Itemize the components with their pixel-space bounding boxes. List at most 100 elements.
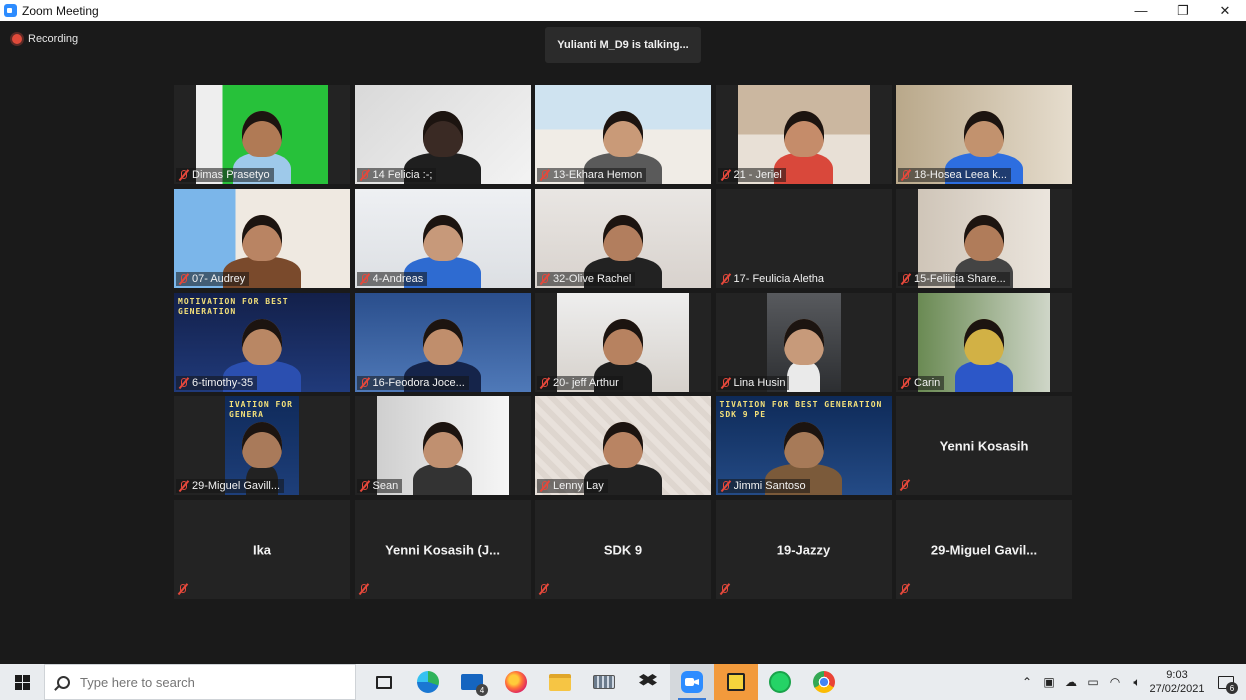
participant-name-label: Dimas Prasetyo	[176, 168, 274, 182]
mic-muted-icon	[178, 377, 189, 389]
meeting-area: Recording Yulianti M_D9 is talking... Di…	[0, 21, 1246, 664]
recording-indicator[interactable]: Recording	[12, 33, 78, 45]
file-explorer-button[interactable]	[538, 664, 582, 700]
participant-tile[interactable]: Yenni Kosasih	[896, 396, 1072, 496]
participant-name: Ika	[252, 542, 272, 558]
action-center-button[interactable]: 6	[1206, 664, 1246, 700]
mic-muted-icon	[358, 583, 369, 595]
participant-tile[interactable]: Carin	[896, 292, 1072, 392]
mail-badge: 4	[476, 684, 488, 696]
participant-name: 13-Ekhara Hemon	[553, 169, 643, 181]
window-title: Zoom Meeting	[22, 3, 99, 18]
participant-name-label: 07- Audrey	[176, 271, 250, 286]
participant-tile[interactable]: Yenni Kosasih (J...	[354, 500, 531, 600]
window-controls: — ❐ ✕	[1120, 0, 1246, 21]
task-view-button[interactable]	[362, 664, 406, 700]
participant-tile[interactable]: Lina Husin	[715, 292, 892, 392]
mic-muted-icon	[720, 480, 731, 492]
zoom-button[interactable]	[670, 664, 714, 700]
participant-tile[interactable]: MOTIVATION FOR BEST GENERATION 6-timothy-…	[174, 292, 350, 392]
participant-name: 19-Jazzy	[776, 542, 831, 558]
participant-tile[interactable]: 20- jeff Arthur	[535, 292, 711, 392]
mic-muted-icon	[539, 169, 550, 181]
participant-tile[interactable]: 21 - Jeriel	[715, 85, 892, 184]
participant-name-label: 13-Ekhara Hemon	[537, 168, 647, 182]
video-banner-text: IVATION FOR GENERA	[229, 400, 293, 420]
participant-name: 6-timothy-35	[192, 376, 254, 389]
participant-tile[interactable]: Sean	[354, 396, 531, 496]
participant-tile[interactable]: 17- Feulicia Aletha	[715, 188, 892, 288]
onedrive-cloud-icon[interactable]: ☁	[1060, 664, 1082, 700]
sticky-notes-button[interactable]	[714, 664, 758, 700]
participant-name: Yenni Kosasih	[939, 438, 1029, 454]
notification-count: 6	[1226, 682, 1238, 694]
participant-name: 16-Feodora Joce...	[372, 376, 465, 389]
participant-tile[interactable]: 19-Jazzy	[715, 500, 892, 600]
recording-dot-icon	[12, 34, 22, 44]
gallery-grid: Dimas Prasetyo 14 Felicia :-; 13-Ekhara He…	[174, 85, 1072, 600]
video-banner-text: TIVATION FOR BEST GENERATION SDK 9 PE	[719, 400, 883, 420]
participant-tile[interactable]: 14 Felicia :-;	[354, 85, 531, 184]
start-button[interactable]	[0, 664, 44, 700]
restore-button[interactable]: ❐	[1162, 0, 1204, 21]
participant-tile[interactable]: 29-Miguel Gavil...	[896, 500, 1072, 600]
whatsapp-icon	[769, 671, 791, 693]
windows-taskbar: 4 ⌃ ▣ ☁ ▭	[0, 664, 1246, 700]
mic-muted-icon	[359, 169, 370, 181]
dropbox-button[interactable]	[626, 664, 670, 700]
mic-muted-icon	[539, 480, 550, 492]
participant-name-label: Carin	[898, 375, 945, 390]
participant-name-label: Lina Husin	[717, 375, 790, 390]
mic-muted-icon	[900, 377, 911, 389]
participant-tile[interactable]: Lenny Lay	[535, 396, 711, 496]
taskbar-clock[interactable]: 9:03 27/02/2021	[1148, 668, 1206, 696]
participant-name-label: 32-Olive Rachel	[537, 271, 636, 286]
participant-tile[interactable]: TIVATION FOR BEST GENERATION SDK 9 PE Jim…	[715, 396, 892, 496]
participant-tile[interactable]: 15-Feliicia Share...	[896, 188, 1072, 288]
participant-tile[interactable]: IVATION FOR GENERA 29-Miguel Gavill...	[174, 396, 350, 496]
mic-muted-icon	[899, 479, 910, 491]
participant-tile[interactable]: 18-Hosea Leea k...	[896, 85, 1072, 184]
participant-name-label: Jimmi Santoso	[717, 479, 810, 494]
whatsapp-button[interactable]	[758, 664, 802, 700]
zoom-icon	[681, 671, 703, 693]
show-hidden-icons-chevron-icon[interactable]: ⌃	[1016, 664, 1038, 700]
participant-name-label: 18-Hosea Leea k...	[898, 168, 1011, 182]
search-input[interactable]	[80, 674, 330, 690]
participant-tile[interactable]: 16-Feodora Joce...	[354, 292, 531, 392]
participant-tile[interactable]: 4-Andreas	[354, 188, 531, 288]
participant-name-label: 21 - Jeriel	[717, 168, 786, 182]
participant-name: 07- Audrey	[192, 272, 246, 285]
battery-icon[interactable]: ▭	[1082, 664, 1104, 700]
participant-name: Lenny Lay	[553, 480, 604, 493]
chrome-button[interactable]	[802, 664, 846, 700]
participant-name-label: 4-Andreas	[356, 271, 428, 286]
keyboard-app-button[interactable]	[582, 664, 626, 700]
mic-muted-icon	[178, 480, 189, 492]
participant-name: 29-Miguel Gavill...	[192, 480, 281, 493]
participant-name: 21 - Jeriel	[733, 169, 782, 181]
mic-muted-icon	[899, 583, 910, 595]
firefox-button[interactable]	[494, 664, 538, 700]
participant-tile[interactable]: 07- Audrey	[174, 188, 350, 288]
minimize-button[interactable]: —	[1120, 0, 1162, 21]
mic-muted-icon	[178, 169, 189, 181]
taskbar-search[interactable]	[44, 664, 356, 700]
sticky-notes-icon	[727, 673, 745, 691]
volume-icon[interactable]: 🔈︎	[1126, 664, 1148, 700]
participant-tile[interactable]: 13-Ekhara Hemon	[535, 85, 711, 184]
participant-tile[interactable]: Dimas Prasetyo	[174, 85, 350, 184]
meet-now-icon[interactable]: ▣	[1038, 664, 1060, 700]
participant-tile[interactable]: 32-Olive Rachel	[535, 188, 711, 288]
close-button[interactable]: ✕	[1204, 0, 1246, 21]
wifi-icon[interactable]: ◠	[1104, 664, 1126, 700]
windows-logo-icon	[14, 674, 30, 690]
active-speaker-banner: Yulianti M_D9 is talking...	[545, 27, 701, 63]
participant-name: 17- Feulicia Aletha	[733, 272, 825, 285]
participant-tile[interactable]: SDK 9	[535, 500, 711, 600]
participant-name-label: 6-timothy-35	[176, 375, 258, 390]
participant-tile[interactable]: Ika	[174, 500, 350, 600]
edge-button[interactable]	[406, 664, 450, 700]
mail-button[interactable]: 4	[450, 664, 494, 700]
mic-muted-icon	[720, 377, 731, 389]
